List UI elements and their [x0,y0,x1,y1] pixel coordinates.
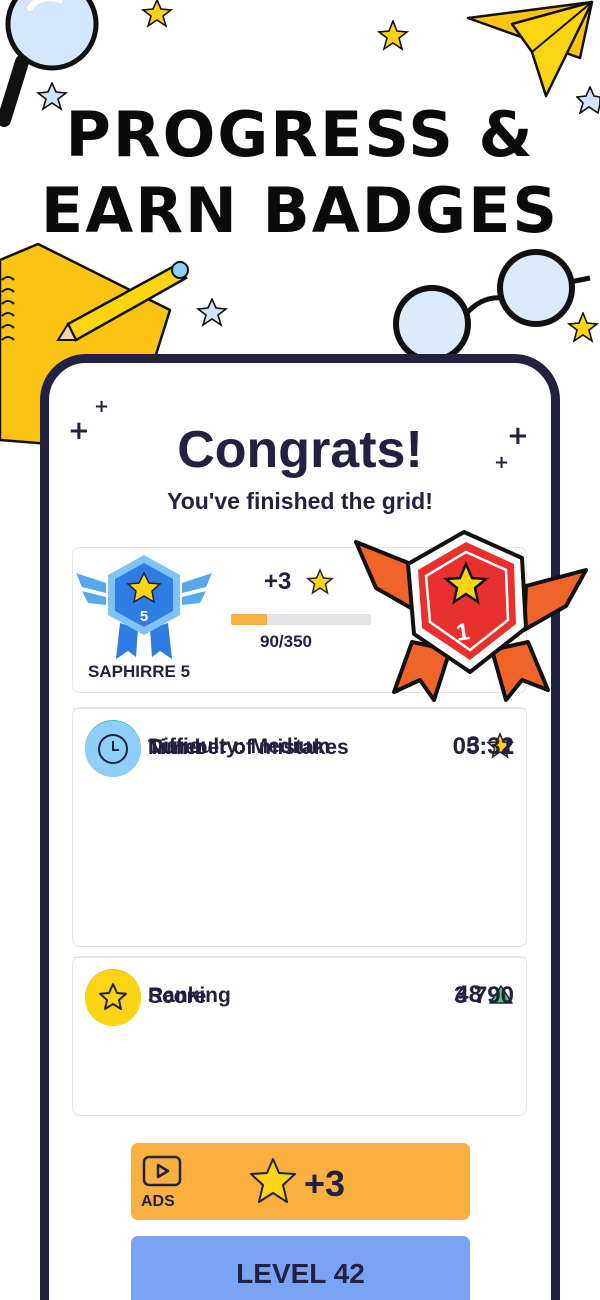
sapphire-badge-icon: 5 [76,555,212,659]
star-icon [250,1158,296,1203]
headline-line-2: EARN BADGES [40,174,560,247]
badge-progress-text: 90/350 [260,632,312,651]
badge-progress-fill [231,614,267,625]
star-icon [306,568,334,595]
badge-gain: +3 [264,568,292,595]
video-play-icon [142,1155,182,1187]
ads-label: ADS [141,1193,175,1210]
badge-name: SAPHIRRE 5 [88,662,191,681]
star-doodle-icon [376,20,410,51]
glasses-icon [393,249,591,363]
star-icon [85,970,141,1026]
next-level-label: LEVEL 42 [236,1258,365,1289]
ranking-badge-icon: 1 [354,530,588,702]
sparkle-icon: + [94,396,110,417]
stat-row-score: Score 3 790 [73,957,526,1037]
watch-ad-reward-button[interactable]: ADS [131,1143,470,1220]
ranking-card: Ranking 48 Score 3 790 [72,956,527,1116]
page-subtitle: You've finished the grid! [167,488,433,514]
timer-value: 05:31 [452,733,514,760]
star-doodle-icon [196,298,228,327]
score-value: 3 790 [453,982,514,1009]
ads-reward-amount: +3 [304,1163,346,1204]
page-title: Congrats! [177,421,423,479]
badge-progress-bar [231,614,371,625]
headline-line-1: PROGRESS & [65,98,535,171]
stat-label: Score [148,985,207,1008]
clock-icon [85,721,141,777]
stats-card: Difficulty: Medium 3 Number of mistakes … [72,707,527,947]
stat-label: Timer [148,736,205,759]
stat-row-timer: Timer 05:31 [73,708,526,788]
badge-level-number: 5 [140,608,148,625]
star-doodle-icon [140,0,174,28]
next-level-button[interactable]: LEVEL 42 [131,1236,470,1300]
paper-plane-icon [466,0,594,98]
star-doodle-icon [566,312,600,343]
